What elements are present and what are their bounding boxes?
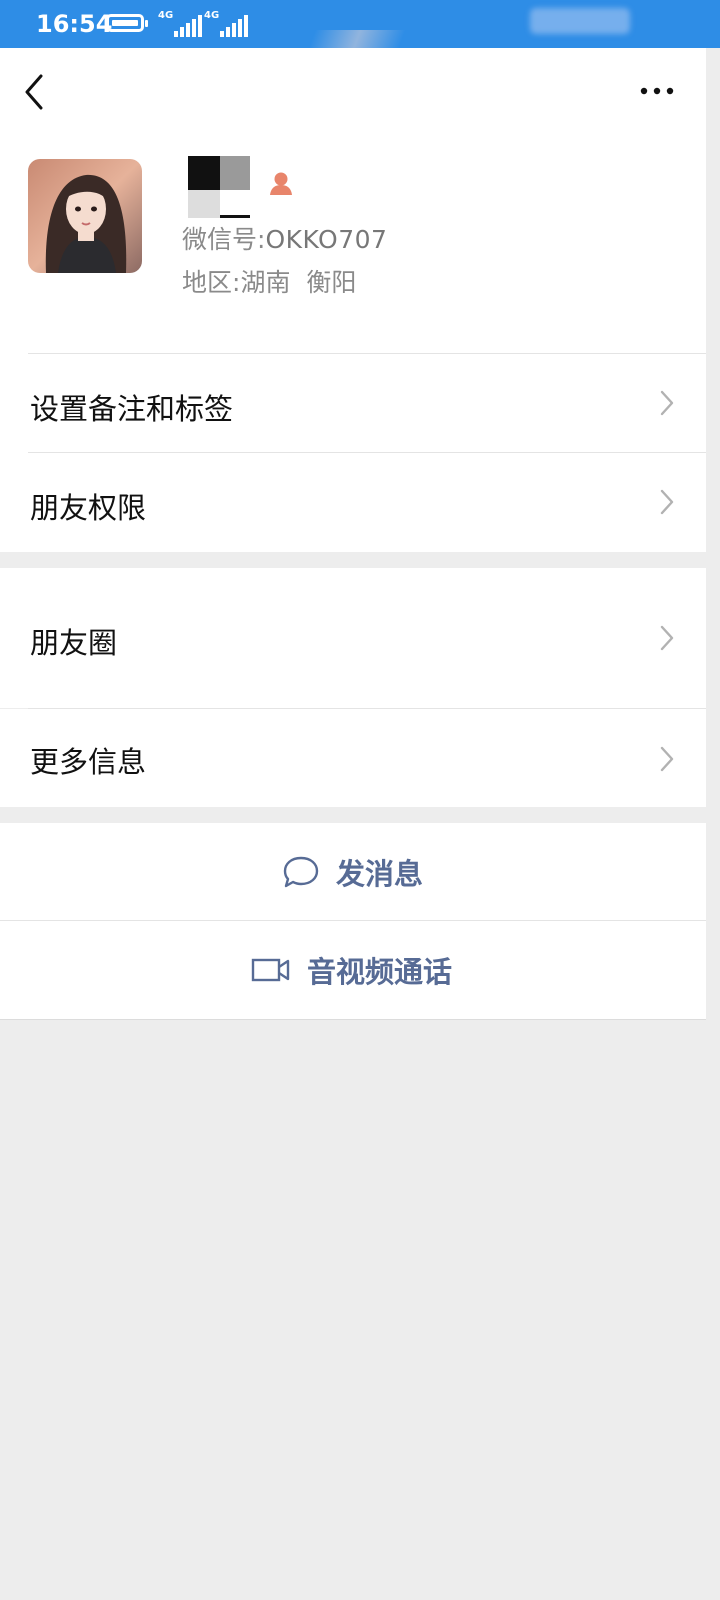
chevron-right-icon <box>660 390 674 416</box>
menu-item-friend-permissions[interactable]: 朋友权限 <box>0 453 706 551</box>
region-row: 地区:湖南 衡阳 <box>182 263 356 299</box>
region-value: 湖南 衡阳 <box>240 268 357 297</box>
chevron-right-icon <box>660 489 674 515</box>
video-call-label: 音视频通话 <box>307 955 453 989</box>
chat-bubble-icon <box>283 856 319 888</box>
blurred-status-area <box>530 8 630 34</box>
menu-item-label: 更多信息 <box>30 745 147 779</box>
region-label: 地区: <box>182 268 241 297</box>
gender-icon <box>270 172 292 195</box>
chevron-right-icon <box>660 625 674 651</box>
video-camera-icon <box>251 958 290 982</box>
network-type: 4G <box>158 10 174 21</box>
menu-item-more-info[interactable]: 更多信息 <box>0 709 706 807</box>
battery-icon <box>106 14 148 32</box>
back-icon[interactable] <box>24 74 44 110</box>
wechat-id-row: 微信号:OKKO707 <box>182 220 387 256</box>
video-call-button[interactable]: 音视频通话 <box>0 921 706 1019</box>
menu-item-label: 朋友权限 <box>30 491 147 525</box>
signal-icon: 4G <box>204 11 248 37</box>
menu-item-moments[interactable]: 朋友圈 <box>0 568 706 708</box>
name-censor-block <box>188 156 250 218</box>
wechat-id-value: OKKO707 <box>265 225 388 254</box>
network-type: 4G <box>204 10 220 21</box>
menu-item-label: 朋友圈 <box>30 626 118 660</box>
divider <box>0 1019 706 1020</box>
send-message-label: 发消息 <box>336 857 424 891</box>
chevron-right-icon <box>660 746 674 772</box>
status-time: 16:54 <box>36 10 113 38</box>
avatar[interactable] <box>28 159 142 273</box>
menu-item-label: 设置备注和标签 <box>30 392 234 426</box>
wechat-id-label: 微信号: <box>182 225 266 254</box>
signal-icon: 4G <box>158 11 202 37</box>
navigation-bar <box>0 48 706 132</box>
menu-item-remark-tags[interactable]: 设置备注和标签 <box>0 354 706 452</box>
send-message-button[interactable]: 发消息 <box>0 823 706 921</box>
more-icon[interactable] <box>640 86 674 96</box>
